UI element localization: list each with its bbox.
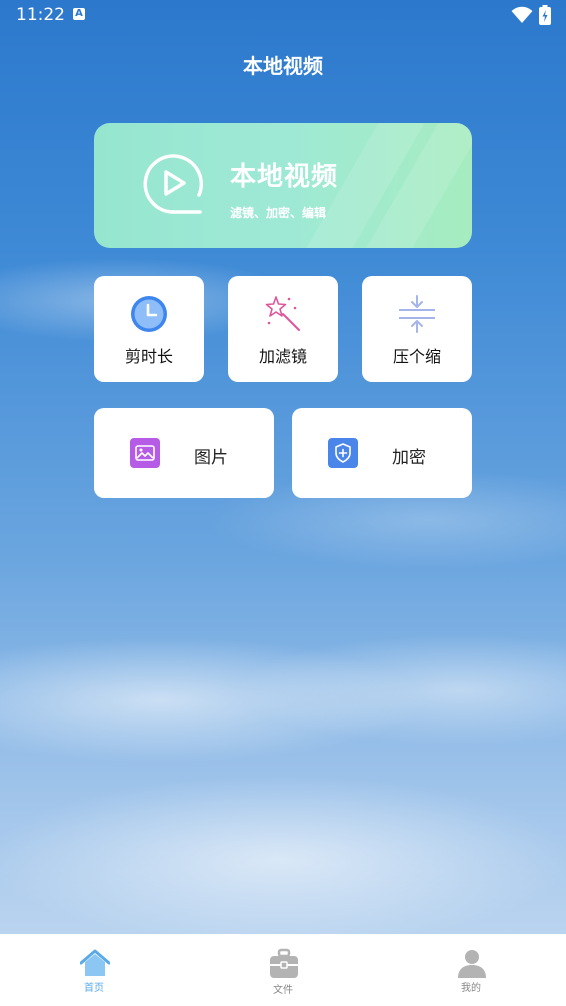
home-icon bbox=[80, 949, 110, 976]
trim-duration-label: 剪时长 bbox=[124, 347, 173, 366]
status-time: 11:22 bbox=[16, 5, 65, 25]
battery-icon bbox=[539, 5, 551, 25]
hero-subtitle: 滤镜、加密、编辑 bbox=[230, 206, 327, 220]
status-bar: 11:22 A bbox=[0, 0, 566, 30]
magic-wand-icon bbox=[265, 296, 300, 331]
compress-label: 压个缩 bbox=[392, 347, 441, 366]
notification-a-icon: A bbox=[73, 8, 85, 20]
add-filter-label: 加滤镜 bbox=[258, 347, 307, 366]
nav-home-label: 首页 bbox=[84, 983, 104, 994]
screen: 11:22 A 本地视频 本地视频 滤镜、加密、编辑 剪时长 加滤镜 压个缩 图… bbox=[0, 0, 566, 1006]
compress-button[interactable]: 压个缩 bbox=[362, 276, 472, 382]
nav-mine[interactable]: 我的 bbox=[431, 934, 511, 1006]
nav-files[interactable]: 文件 bbox=[243, 934, 323, 1006]
image-icon bbox=[130, 438, 160, 468]
clock-icon bbox=[131, 296, 167, 332]
user-icon bbox=[458, 950, 486, 978]
bottom-navigation: 首页 文件 我的 bbox=[0, 934, 566, 1006]
wifi-icon bbox=[511, 6, 533, 23]
nav-home[interactable]: 首页 bbox=[54, 934, 134, 1006]
add-filter-button[interactable]: 加滤镜 bbox=[228, 276, 338, 382]
encrypt-label: 加密 bbox=[392, 448, 426, 468]
video-play-icon bbox=[143, 154, 203, 214]
images-button[interactable]: 图片 bbox=[94, 408, 274, 498]
shield-plus-icon bbox=[328, 438, 358, 468]
page-title: 本地视频 bbox=[243, 54, 323, 78]
trim-duration-button[interactable]: 剪时长 bbox=[94, 276, 204, 382]
local-video-card[interactable]: 本地视频 滤镜、加密、编辑 bbox=[94, 123, 472, 248]
images-label: 图片 bbox=[194, 448, 228, 468]
hero-title: 本地视频 bbox=[230, 162, 339, 192]
nav-files-label: 文件 bbox=[273, 985, 293, 996]
briefcase-icon bbox=[270, 948, 298, 978]
encrypt-button[interactable]: 加密 bbox=[292, 408, 472, 498]
compress-icon bbox=[399, 295, 435, 333]
nav-mine-label: 我的 bbox=[461, 983, 481, 994]
